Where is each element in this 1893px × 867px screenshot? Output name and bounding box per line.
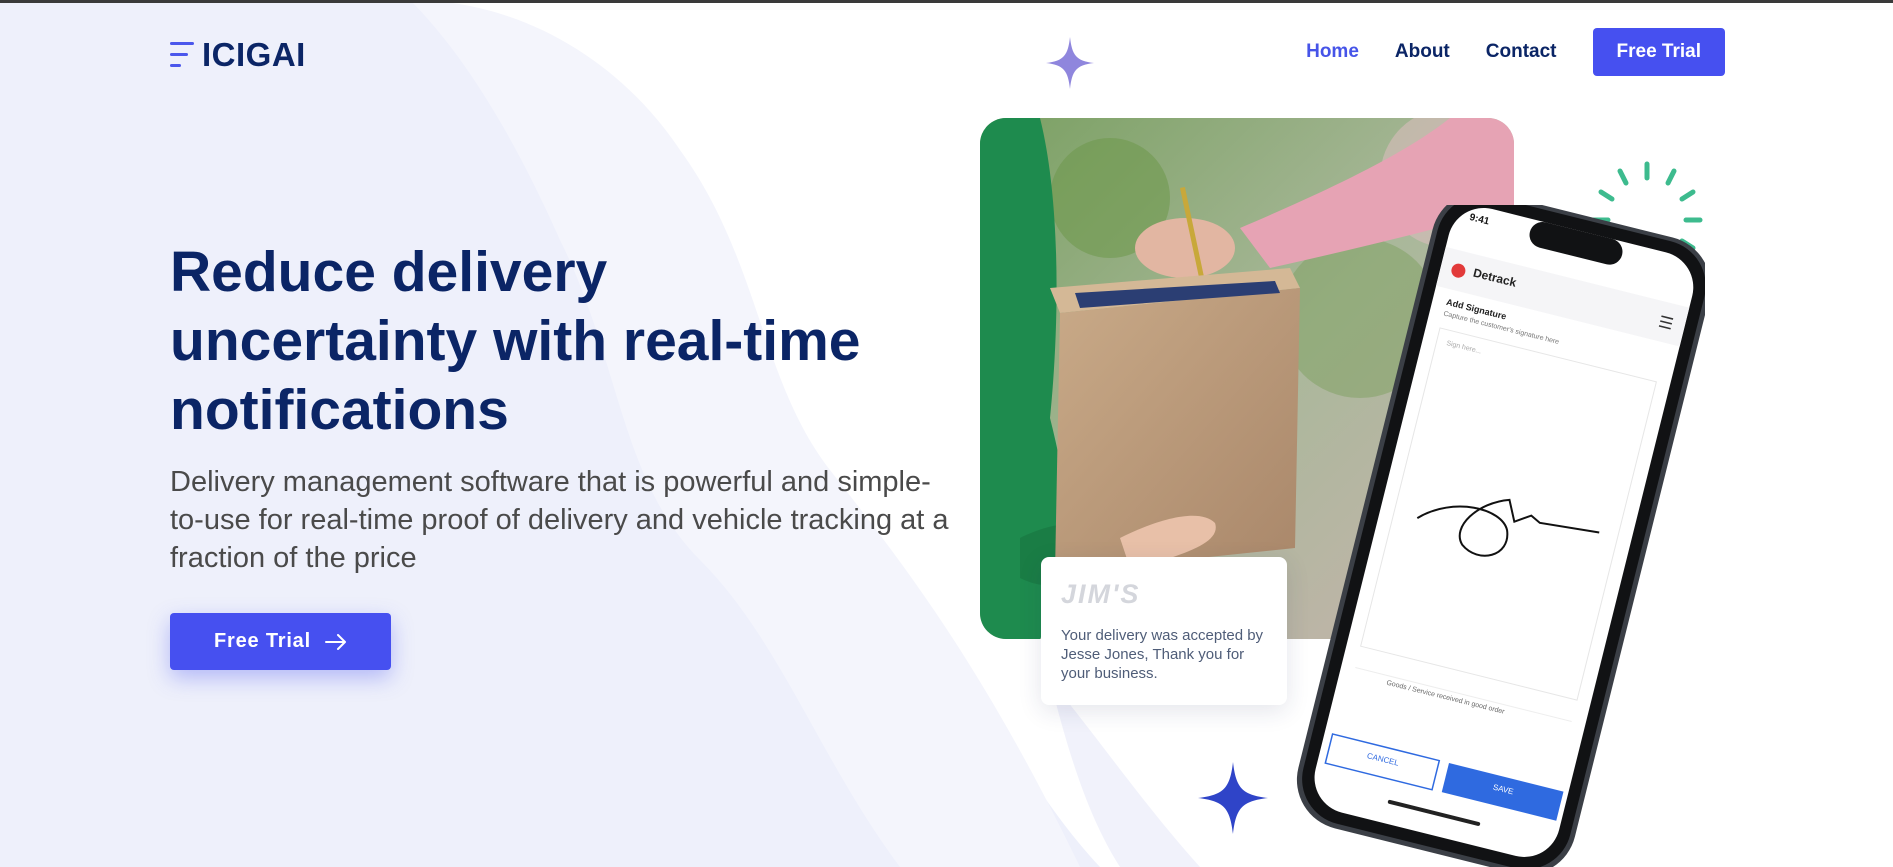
hero-free-trial-label: Free Trial [214, 630, 311, 652]
arrow-right-icon [324, 633, 346, 650]
phone-mockup: 9:41 Detrack Add Signature Capture the c… [1265, 191, 1711, 867]
phone-sign-placeholder: Sign here... [1445, 340, 1483, 356]
brand-name: ICIGAI [202, 36, 306, 73]
top-border [0, 0, 1893, 3]
nav-item-about[interactable]: About [1395, 41, 1450, 63]
sparkle-icon [1046, 37, 1094, 89]
logo-mark-icon [170, 39, 194, 71]
nav-item-contact[interactable]: Contact [1486, 41, 1557, 63]
main-nav: Home About Contact Free Trial [1306, 28, 1725, 76]
sparkle-icon [1198, 762, 1268, 834]
hero-title: Reduce delivery uncertainty with real-ti… [170, 240, 861, 442]
nav-item-home[interactable]: Home [1306, 41, 1359, 63]
nav-free-trial-button[interactable]: Free Trial [1592, 28, 1725, 76]
phone-cancel-button[interactable]: CANCEL [1328, 742, 1437, 777]
hero-free-trial-button[interactable]: Free Trial [170, 613, 391, 670]
notification-brand-logo: JIM'S [1061, 579, 1141, 609]
phone-save-button[interactable]: SAVE [1445, 771, 1562, 808]
phone-time: 9:41 [1468, 211, 1491, 228]
hero-subtitle: Delivery management software that is pow… [170, 466, 949, 574]
phone-footer-note: Goods / Service received in good order [1385, 679, 1506, 716]
phone-app-name: Detrack [1471, 265, 1518, 290]
brand-logo[interactable]: ICIGAI [170, 36, 306, 74]
